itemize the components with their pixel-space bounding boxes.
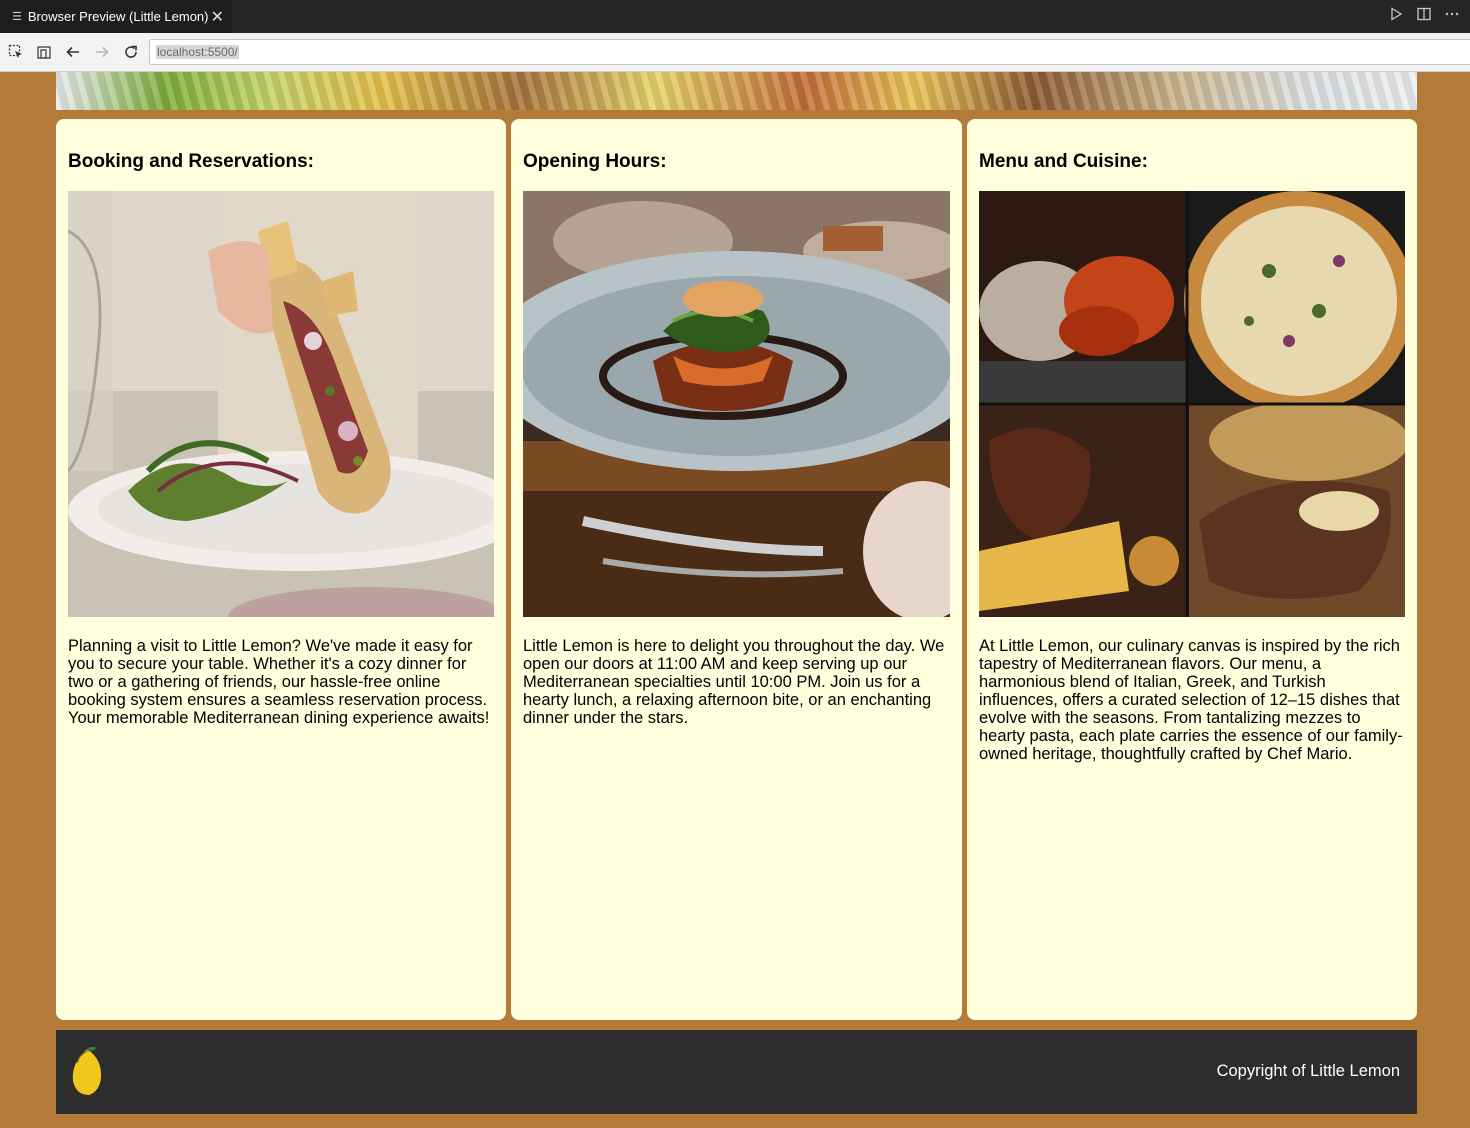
opening-hours-photo (523, 191, 950, 617)
tab-browser-preview[interactable]: ☰ Browser Preview (Little Lemon) ✕ (0, 0, 232, 33)
lemon-logo-icon[interactable] (70, 1045, 104, 1097)
card-booking: Booking and Reservations: Planning a vis… (56, 119, 506, 1020)
footer-copyright: Copyright of Little Lemon (1216, 1062, 1400, 1080)
split-editor-icon[interactable] (1416, 6, 1432, 26)
card-text: Planning a visit to Little Lemon? We've … (68, 637, 490, 727)
play-icon[interactable] (1388, 6, 1404, 26)
card-menu-cuisine: Menu and Cuisine: At Little Lemon, our c… (967, 119, 1417, 1020)
card-heading: Menu and Cuisine: (979, 151, 1148, 172)
arrow-left-icon[interactable] (63, 42, 83, 62)
tab-actions (1388, 6, 1460, 26)
menu-lines-icon: ☰ (12, 11, 22, 23)
page-footer: Copyright of Little Lemon (56, 1030, 1417, 1114)
card-text: Little Lemon is here to delight you thro… (523, 637, 945, 727)
tab-title: Browser Preview (Little Lemon) (27, 9, 209, 24)
editor-tab-bar: ☰ Browser Preview (Little Lemon) ✕ (0, 0, 1470, 33)
more-icon[interactable] (1444, 6, 1460, 26)
inspect-icon[interactable] (6, 42, 26, 62)
card-text: At Little Lemon, our culinary canvas is … (979, 637, 1403, 763)
url-text: localhost:5500/ (156, 45, 239, 59)
card-heading: Booking and Reservations: (68, 151, 314, 172)
hero-banner-image (56, 72, 1417, 110)
device-toggle-icon[interactable] (34, 42, 54, 62)
card-heading: Opening Hours: (523, 151, 667, 172)
browser-toolbar: localhost:5500/ (0, 33, 1470, 72)
reload-icon[interactable] (121, 42, 141, 62)
url-input[interactable]: localhost:5500/ (149, 39, 1470, 65)
card-opening-hours: Opening Hours: Little Lemon is here to d… (511, 119, 962, 1020)
arrow-right-icon[interactable] (92, 42, 112, 62)
menu-collage-photo (979, 191, 1405, 617)
close-icon[interactable]: ✕ (211, 7, 224, 27)
booking-photo (68, 191, 494, 617)
